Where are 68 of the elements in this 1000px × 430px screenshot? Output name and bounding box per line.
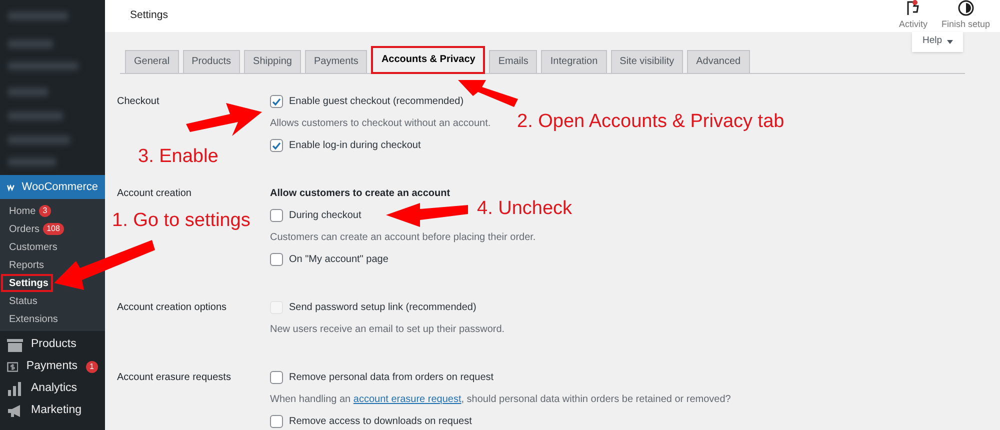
checkbox-label: Remove personal data from orders on request bbox=[289, 371, 494, 385]
count-badge: 3 bbox=[38, 205, 52, 217]
submenu-item[interactable]: Status bbox=[1, 292, 46, 310]
megaphone-icon bbox=[7, 404, 23, 418]
checkbox-label: Enable log-in during checkout bbox=[289, 139, 421, 153]
checkbox-label: Enable guest checkout (recommended) bbox=[289, 95, 464, 109]
section-label: Account creation bbox=[117, 186, 192, 200]
option-description: Allows customers to checkout without an account. bbox=[270, 116, 491, 130]
header-action[interactable]: Activity bbox=[898, 0, 928, 32]
checkbox-label: Remove access to downloads on request bbox=[289, 415, 472, 429]
checkbox-label: Send password setup link (recommended) bbox=[289, 301, 476, 315]
checkbox-label: During checkout bbox=[289, 209, 362, 223]
header-action[interactable]: Finish setup bbox=[941, 0, 990, 32]
woocommerce-menu-item[interactable]: WooCommerce bbox=[0, 175, 105, 199]
checkbox[interactable] bbox=[270, 139, 283, 152]
menu-item[interactable]: Marketing bbox=[0, 400, 105, 422]
menu-label: Products bbox=[31, 337, 76, 352]
menu-item[interactable]: Payments 1 bbox=[0, 356, 105, 378]
caret-icon bbox=[947, 40, 953, 44]
submenu-item[interactable]: Settings bbox=[1, 274, 53, 292]
section-label: Account erasure requests bbox=[117, 370, 231, 384]
settings-tab[interactable]: General bbox=[125, 50, 179, 72]
settings-tab[interactable]: Integration bbox=[541, 50, 607, 72]
submenu-item[interactable]: Reports bbox=[1, 256, 52, 274]
page-title: Settings bbox=[130, 8, 169, 23]
section-label: Account creation options bbox=[117, 300, 227, 314]
option-description: When handling an account erasure request, should personal data within orders be retained or removed? bbox=[270, 392, 731, 406]
menu-label: Marketing bbox=[31, 403, 82, 418]
menu-item[interactable]: Analytics bbox=[0, 378, 105, 400]
dollar-icon bbox=[7, 360, 18, 374]
checkbox[interactable] bbox=[270, 415, 283, 428]
settings-tab[interactable]: Site visibility bbox=[610, 50, 684, 72]
menu-label: Analytics bbox=[31, 381, 78, 396]
box-icon bbox=[7, 338, 23, 352]
half-circle-icon bbox=[958, 0, 974, 16]
submenu-item[interactable]: Orders 108 bbox=[1, 220, 72, 238]
submenu-item[interactable]: Home 3 bbox=[1, 202, 60, 220]
woo-logo-icon bbox=[7, 182, 16, 192]
erasure-request-link[interactable]: account erasure request bbox=[353, 394, 462, 404]
settings-tab[interactable]: Accounts & Privacy bbox=[371, 46, 486, 74]
annotation-text: 2. Open Accounts & Privacy tab bbox=[517, 110, 784, 134]
settings-tab[interactable]: Products bbox=[182, 50, 240, 72]
checkbox[interactable] bbox=[270, 95, 283, 108]
checkbox[interactable] bbox=[270, 209, 283, 222]
annotation-text: 1. Go to settings bbox=[112, 209, 250, 233]
settings-tab[interactable]: Shipping bbox=[244, 50, 301, 72]
checkbox[interactable] bbox=[270, 253, 283, 266]
settings-tab[interactable]: Advanced bbox=[687, 50, 750, 72]
section-label: Checkout bbox=[117, 94, 160, 108]
settings-tab[interactable]: Payments bbox=[304, 50, 368, 72]
checkbox-label: On "My account" page bbox=[289, 253, 388, 267]
annotation-text: 4. Uncheck bbox=[477, 197, 572, 221]
option-description: Customers can create an account before placing their order. bbox=[270, 230, 536, 244]
submenu-item[interactable]: Customers bbox=[1, 238, 66, 256]
count-badge: 108 bbox=[42, 223, 64, 235]
option-heading: Allow customers to create an account bbox=[270, 186, 452, 200]
submenu-item[interactable]: Extensions bbox=[1, 310, 66, 328]
menu-item[interactable]: Products bbox=[0, 334, 105, 356]
flag-icon bbox=[906, 0, 920, 16]
annotation-text: 3. Enable bbox=[138, 145, 218, 169]
option-description: New users receive an email to set up their password. bbox=[270, 322, 505, 336]
bar-chart-icon bbox=[7, 382, 23, 396]
menu-label: WooCommerce bbox=[22, 180, 98, 195]
help-button[interactable]: Help bbox=[912, 32, 963, 52]
settings-tab[interactable]: Emails bbox=[489, 50, 538, 72]
count-badge: 1 bbox=[86, 361, 98, 373]
checkbox[interactable] bbox=[270, 371, 283, 384]
menu-label: Payments bbox=[26, 359, 78, 374]
